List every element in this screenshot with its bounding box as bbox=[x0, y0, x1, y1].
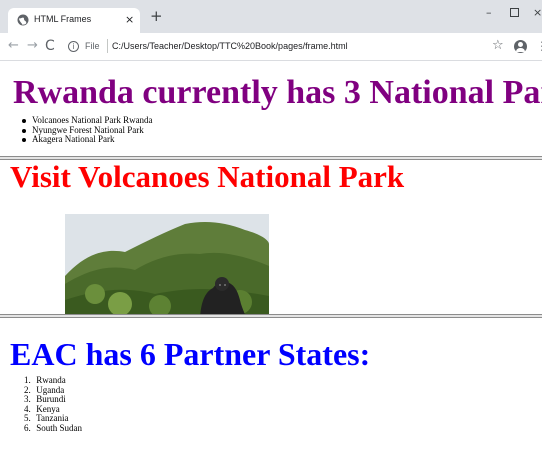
browser-toolbar: ← → C i File C:/Users/Teacher/Desktop/TT… bbox=[0, 33, 542, 61]
list-item-label: Burundi bbox=[36, 394, 66, 405]
eac-frame: EAC has 6 Partner States: 1. Rwanda 2. U… bbox=[0, 318, 542, 451]
list-item: 6. South Sudan bbox=[24, 422, 83, 434]
list-item-label: South Sudan bbox=[36, 422, 83, 433]
list-item-label: Uganda bbox=[36, 384, 65, 395]
minimize-button[interactable]: – bbox=[486, 6, 492, 20]
maximize-button[interactable] bbox=[510, 8, 519, 17]
new-tab-button[interactable]: + bbox=[150, 8, 163, 24]
globe-icon bbox=[17, 14, 29, 26]
info-icon[interactable]: i bbox=[68, 41, 79, 52]
volcanoes-frame: Visit Volcanoes National Park bbox=[0, 160, 542, 314]
bookmark-star-icon[interactable]: ☆ bbox=[492, 38, 504, 53]
gorilla-photo bbox=[65, 214, 269, 314]
tab-strip: HTML Frames × + – × bbox=[0, 0, 542, 33]
list-number: 6. bbox=[24, 422, 31, 433]
list-item-label: Tanzania bbox=[36, 413, 69, 424]
list-item: Akagera National Park bbox=[22, 134, 153, 145]
profile-icon[interactable] bbox=[514, 40, 527, 53]
tab-title: HTML Frames bbox=[34, 14, 92, 24]
address-bar[interactable]: C:/Users/Teacher/Desktop/TTC%20Book/page… bbox=[112, 41, 348, 51]
parks-list: Volcanoes National Park Rwanda Nyungwe F… bbox=[22, 115, 153, 145]
tab-close-icon[interactable]: × bbox=[125, 12, 134, 27]
reload-button[interactable]: C bbox=[45, 39, 55, 53]
menu-icon[interactable]: ⋮ bbox=[536, 39, 542, 53]
partner-states-list: 1. Rwanda 2. Uganda 3. Burundi 4. Kenya … bbox=[24, 375, 83, 434]
parks-heading: Rwanda currently has 3 National Parks: bbox=[13, 74, 542, 111]
parks-frame: Rwanda currently has 3 National Parks: V… bbox=[0, 62, 542, 156]
back-button[interactable]: ← bbox=[8, 39, 19, 53]
volcanoes-heading: Visit Volcanoes National Park bbox=[10, 160, 405, 194]
url-separator bbox=[107, 39, 108, 53]
list-item-label: Rwanda bbox=[36, 375, 66, 385]
close-window-button[interactable]: × bbox=[533, 6, 542, 20]
eac-heading: EAC has 6 Partner States: bbox=[10, 336, 371, 372]
browser-tab[interactable]: HTML Frames × bbox=[8, 8, 140, 33]
url-scheme-label: File bbox=[85, 41, 100, 51]
list-item-label: Kenya bbox=[36, 403, 60, 414]
forward-button[interactable]: → bbox=[27, 39, 38, 53]
